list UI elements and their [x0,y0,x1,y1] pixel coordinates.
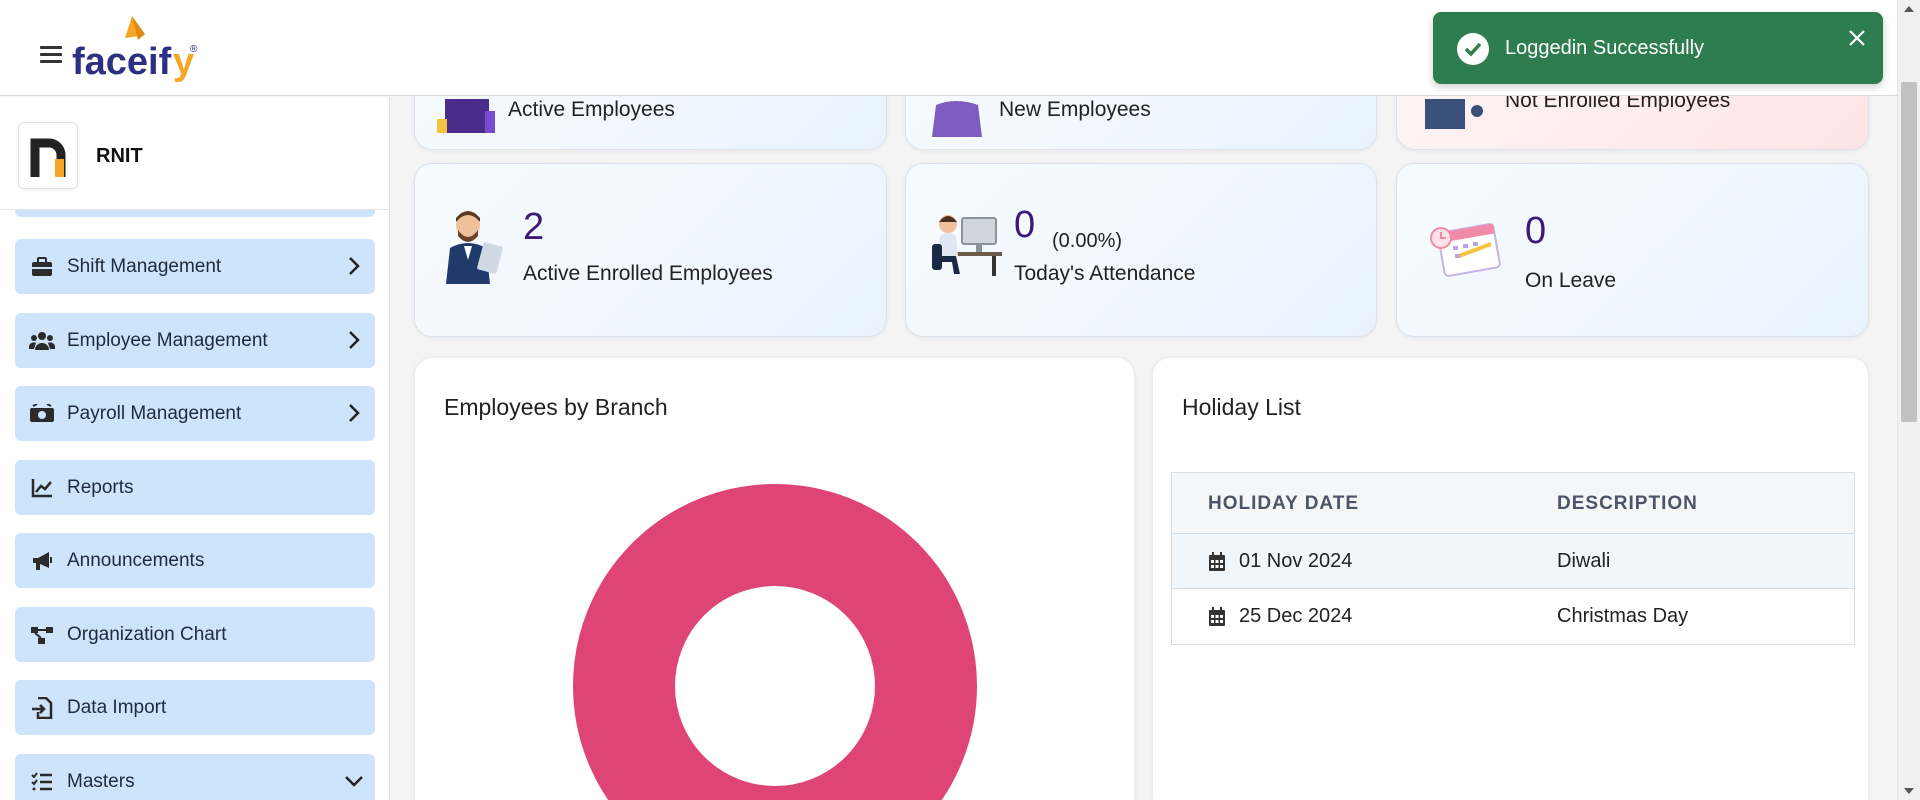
stat-value: 0 [1525,210,1547,252]
man-with-tablet-icon [446,211,503,284]
holiday-date: 01 Nov 2024 [1239,550,1353,572]
holiday-table: HOLIDAY DATE DESCRIPTION 01 Nov 2024 Diw… [1171,472,1855,645]
sidebar: RNIT Shift Management Employee Managemen… [0,97,390,800]
sidebar-item-label: Payroll Management [67,402,242,424]
holiday-list-panel: Holiday List HOLIDAY DATE DESCRIPTION 01… [1152,357,1869,800]
sidebar-item-label: Employee Management [67,329,268,351]
table-row[interactable]: 25 Dec 2024 Christmas Day [1172,589,1854,644]
file-import-icon [29,696,55,719]
chevron-right-icon [349,404,360,422]
list-check-icon [29,771,55,793]
line-chart-icon [29,477,55,499]
org-header: RNIT [0,97,389,210]
table-header: HOLIDAY DATE DESCRIPTION [1172,473,1854,534]
sidebar-item-payroll-management[interactable]: Payroll Management [15,386,375,441]
megaphone-icon [29,550,55,572]
sidebar-item-label: Masters [67,770,135,792]
panel-title: Holiday List [1182,394,1301,420]
stat-percent: (0.00%) [1052,230,1123,252]
stat-card-active-enrolled[interactable]: 2 Active Enrolled Employees [414,163,887,337]
sidebar-item-label: Data Import [67,696,167,718]
sidebar-item-employee-management[interactable]: Employee Management [15,313,375,368]
main-content: Active Employees New Employees Not Enrol… [390,0,1897,800]
sidebar-item-shift-management[interactable]: Shift Management [15,239,375,294]
users-icon [29,330,55,352]
chevron-down-icon [345,776,363,787]
stat-card-todays-attendance[interactable]: 0 (0.00%) Today's Attendance [905,163,1377,337]
employee-illustration-icon [437,99,495,133]
scroll-up-arrow-icon[interactable] [1904,6,1914,12]
scroll-thumb[interactable] [1901,82,1917,422]
stat-value: 0 [1014,204,1036,246]
sidebar-item-masters[interactable]: Masters [15,754,375,800]
calendar-icon [1209,607,1225,626]
calendar-icon [1209,552,1225,571]
faceify-logo[interactable]: faceif y ® [70,14,200,84]
stat-label: On Leave [1525,269,1617,292]
stat-card-on-leave[interactable]: 0 On Leave [1396,163,1869,337]
column-header-description[interactable]: DESCRIPTION [1557,493,1698,515]
holiday-description: Christmas Day [1557,605,1689,627]
check-circle-icon [1457,33,1489,65]
briefcase-icon [29,256,55,278]
org-chart-icon [29,624,55,646]
sidebar-item-label: Announcements [67,549,205,571]
chevron-right-icon [349,257,360,275]
employee-illustration-icon [1425,99,1483,129]
svg-text:faceif: faceif [72,41,172,83]
sidebar-item-label: Shift Management [67,255,222,277]
sidebar-item-label: Reports [67,476,134,498]
chevron-right-icon [349,331,360,349]
svg-text:®: ® [190,44,198,55]
stat-label: New Employees [999,98,1151,121]
hamburger-menu-icon[interactable] [40,46,62,64]
org-name: RNIT [96,145,143,167]
donut-slice[interactable] [573,484,977,800]
vertical-scrollbar[interactable] [1897,0,1920,800]
stat-value: 2 [523,206,545,248]
man-at-computer-icon [932,215,1002,276]
sidebar-item-announcements[interactable]: Announcements [15,533,375,588]
stat-label: Active Enrolled Employees [523,262,773,285]
stat-label: Active Employees [508,98,675,121]
sidebar-item-label: Organization Chart [67,623,227,645]
success-toast: Loggedin Successfully [1433,12,1883,84]
table-row[interactable]: 01 Nov 2024 Diwali [1172,534,1854,589]
holiday-description: Diwali [1557,550,1611,572]
sidebar-item-reports[interactable]: Reports [15,460,375,515]
sidebar-item-data-import[interactable]: Data Import [15,680,375,735]
calendar-illustration-icon [1430,223,1501,277]
stat-label: Today's Attendance [1014,262,1196,285]
org-logo [18,122,78,189]
employee-illustration-icon [932,101,982,137]
column-header-holiday-date[interactable]: HOLIDAY DATE [1208,493,1359,515]
scroll-down-arrow-icon[interactable] [1904,788,1914,794]
sidebar-item-organization-chart[interactable]: Organization Chart [15,607,375,662]
holiday-date: 25 Dec 2024 [1239,605,1353,627]
employees-by-branch-panel: Employees by Branch [414,357,1135,800]
money-icon [29,403,55,425]
branch-donut-chart[interactable] [415,358,1136,800]
toast-message: Loggedin Successfully [1505,37,1705,59]
close-icon[interactable] [1845,26,1869,50]
